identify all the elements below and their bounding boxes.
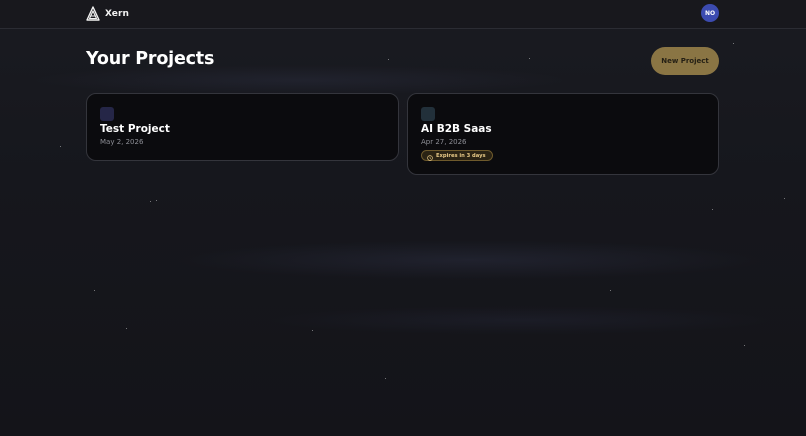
top-navbar: Xern NO [0, 0, 806, 29]
clock-icon [427, 146, 433, 165]
expiry-badge-text: Expires in 3 days [436, 152, 486, 159]
project-date: May 2, 2026 [100, 138, 144, 146]
xern-logo-icon [86, 6, 100, 22]
brand-name: Xern [105, 9, 130, 19]
project-card-ai-b2b-saas[interactable]: AI B2B Saas Apr 27, 2026 Expires in 3 da… [407, 93, 719, 175]
project-name: AI B2B Saas [421, 123, 492, 135]
page-title: Your Projects [86, 49, 215, 69]
project-date: Apr 27, 2026 [421, 138, 467, 146]
project-color-swatch [100, 107, 114, 121]
project-name: Test Project [100, 123, 170, 135]
user-avatar[interactable]: NO [701, 4, 719, 22]
project-card-test-project[interactable]: Test Project May 2, 2026 [86, 93, 399, 161]
expiry-badge: Expires in 3 days [421, 150, 493, 161]
brand-logo-link[interactable]: Xern [86, 5, 129, 23]
new-project-button[interactable]: New Project [651, 47, 719, 75]
project-color-swatch [421, 107, 435, 121]
